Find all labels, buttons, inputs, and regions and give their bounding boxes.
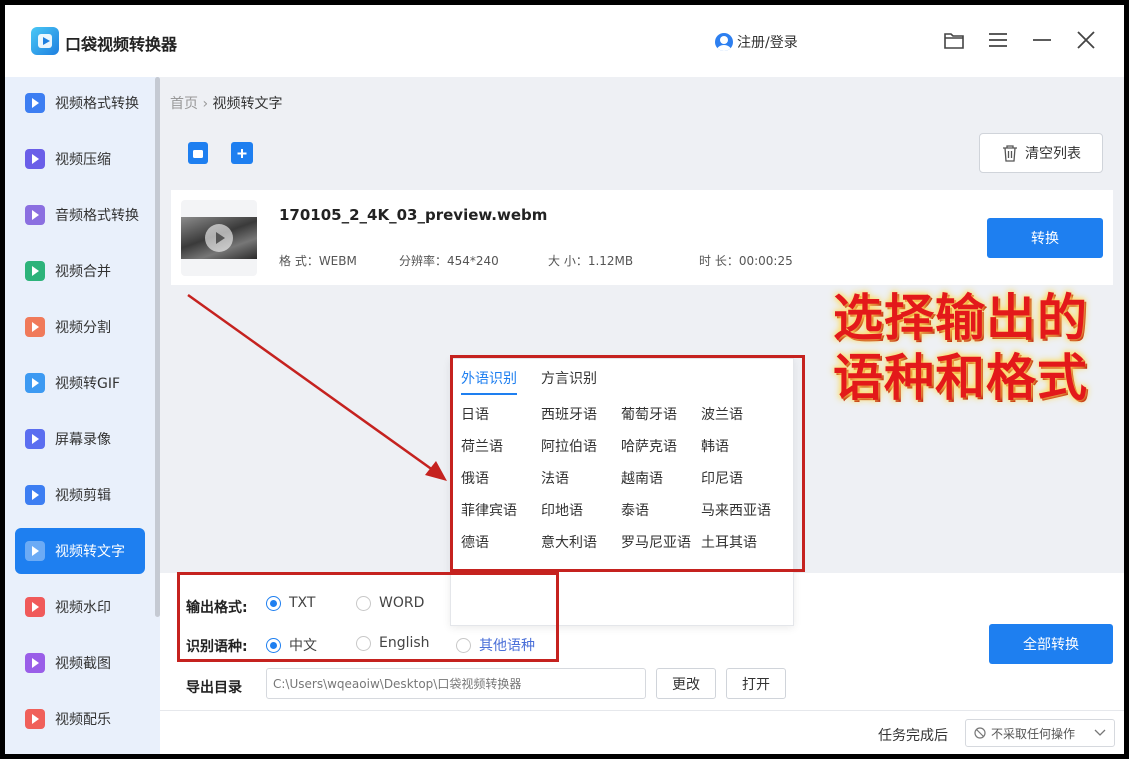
annotation-box-languages (450, 355, 805, 572)
annotation-line-1: 选择输出的 (833, 289, 1088, 347)
annotation-box-output (177, 572, 559, 662)
annotation-text: 选择输出的 语种和格式 (833, 288, 1088, 408)
annotation-line-2: 语种和格式 (833, 349, 1088, 407)
app-window: 口袋视频转换器 注册/登录 视频格式转换 视频压缩 音频格式转换 视频合并 视频分割 视频… (5, 5, 1124, 754)
